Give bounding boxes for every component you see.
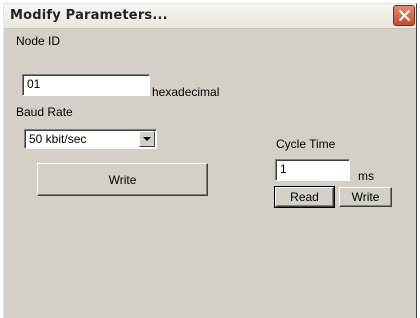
baud-rate-select[interactable]: 50 kbit/sec — [24, 129, 157, 149]
read-cycle-time-button[interactable]: Read — [274, 186, 335, 208]
window-title: Modify Parameters... — [10, 8, 168, 23]
node-id-label: Node ID — [16, 34, 61, 48]
cycle-time-unit-label: ms — [358, 169, 374, 183]
close-button[interactable] — [393, 5, 415, 26]
baud-rate-label: Baud Rate — [16, 105, 73, 119]
cycle-time-input[interactable]: 1 — [275, 159, 350, 181]
node-id-input[interactable]: 01 — [22, 74, 150, 96]
close-icon — [398, 9, 411, 22]
cycle-time-label: Cycle Time — [276, 137, 336, 151]
write-cycle-time-button[interactable]: Write — [339, 187, 392, 207]
node-id-unit-label: hexadecimal — [152, 85, 220, 99]
title-bar[interactable]: Modify Parameters... — [4, 4, 416, 29]
baud-rate-dropdown-button[interactable] — [139, 131, 155, 147]
modify-parameters-dialog: Modify Parameters... Node ID 01 hexadeci… — [3, 3, 417, 318]
chevron-down-icon — [143, 137, 151, 141]
baud-rate-value: 50 kbit/sec — [29, 132, 87, 146]
write-parameters-button[interactable]: Write — [37, 163, 208, 196]
